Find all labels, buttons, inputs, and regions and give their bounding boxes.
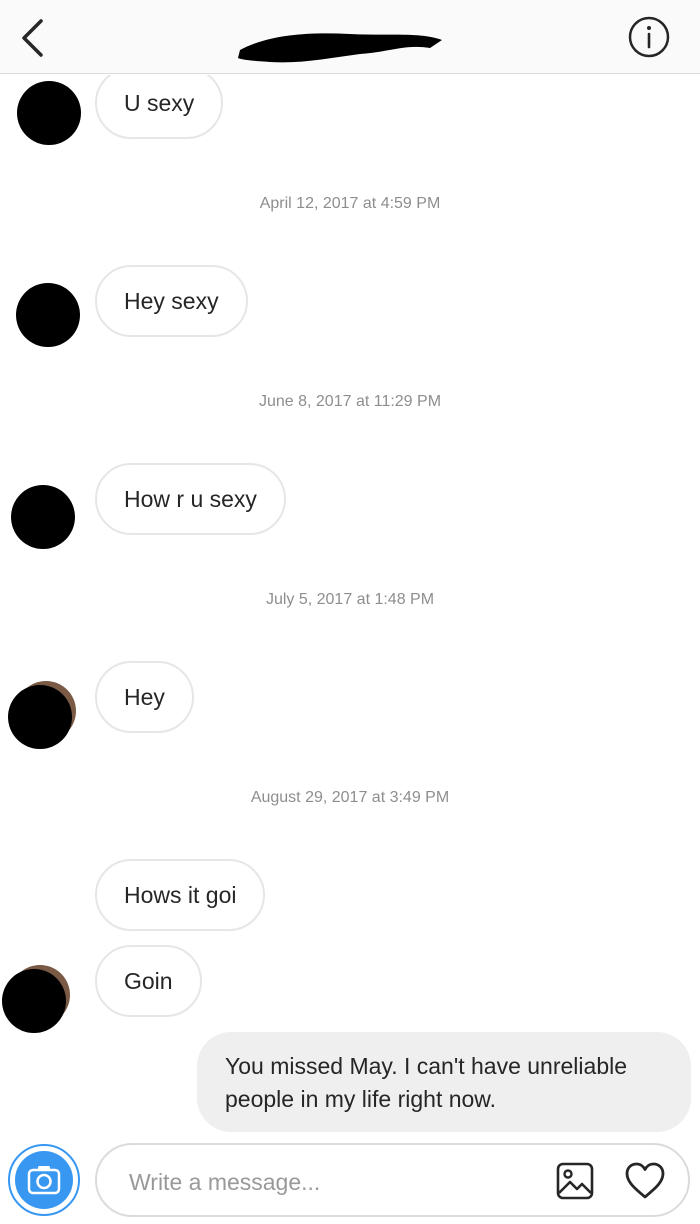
heart-icon	[625, 1162, 665, 1199]
redacted-username	[238, 33, 442, 63]
incoming-message[interactable]: Hey	[95, 661, 194, 733]
avatar[interactable]	[16, 283, 80, 347]
image-icon	[556, 1162, 594, 1200]
chevron-left-icon	[22, 19, 43, 57]
camera-icon	[27, 1166, 61, 1195]
timestamp: August 29, 2017 at 3:49 PM	[250, 789, 450, 806]
outgoing-message[interactable]: You missed May. I can't have unreliable …	[197, 1032, 691, 1132]
incoming-message[interactable]: Hows it goi	[95, 859, 266, 931]
back-button[interactable]	[14, 16, 54, 60]
timestamp: April 12, 2017 at 4:59 PM	[259, 195, 441, 212]
incoming-message[interactable]: U sexy	[95, 75, 224, 139]
message-composer	[0, 1135, 700, 1224]
info-button[interactable]	[626, 14, 672, 60]
camera-button[interactable]	[8, 1144, 80, 1216]
incoming-message[interactable]: Hey sexy	[95, 265, 248, 337]
like-button[interactable]	[623, 1159, 667, 1203]
message-thread[interactable]: U sexy April 12, 2017 at 4:59 PM Hey sex…	[0, 75, 700, 1135]
avatar[interactable]	[11, 485, 75, 549]
incoming-message[interactable]: Goin	[95, 945, 202, 1017]
avatar[interactable]	[2, 969, 66, 1033]
avatar[interactable]	[17, 81, 81, 145]
info-icon	[628, 16, 670, 58]
chat-header	[0, 0, 700, 74]
incoming-message[interactable]: How r u sexy	[95, 463, 286, 535]
timestamp: June 8, 2017 at 11:29 PM	[258, 393, 442, 410]
avatar[interactable]	[8, 685, 72, 749]
camera-button-fill	[15, 1151, 73, 1209]
message-input[interactable]	[127, 1159, 531, 1205]
gallery-button[interactable]	[555, 1161, 595, 1201]
message-input-container[interactable]	[95, 1143, 690, 1217]
timestamp: July 5, 2017 at 1:48 PM	[265, 591, 435, 608]
